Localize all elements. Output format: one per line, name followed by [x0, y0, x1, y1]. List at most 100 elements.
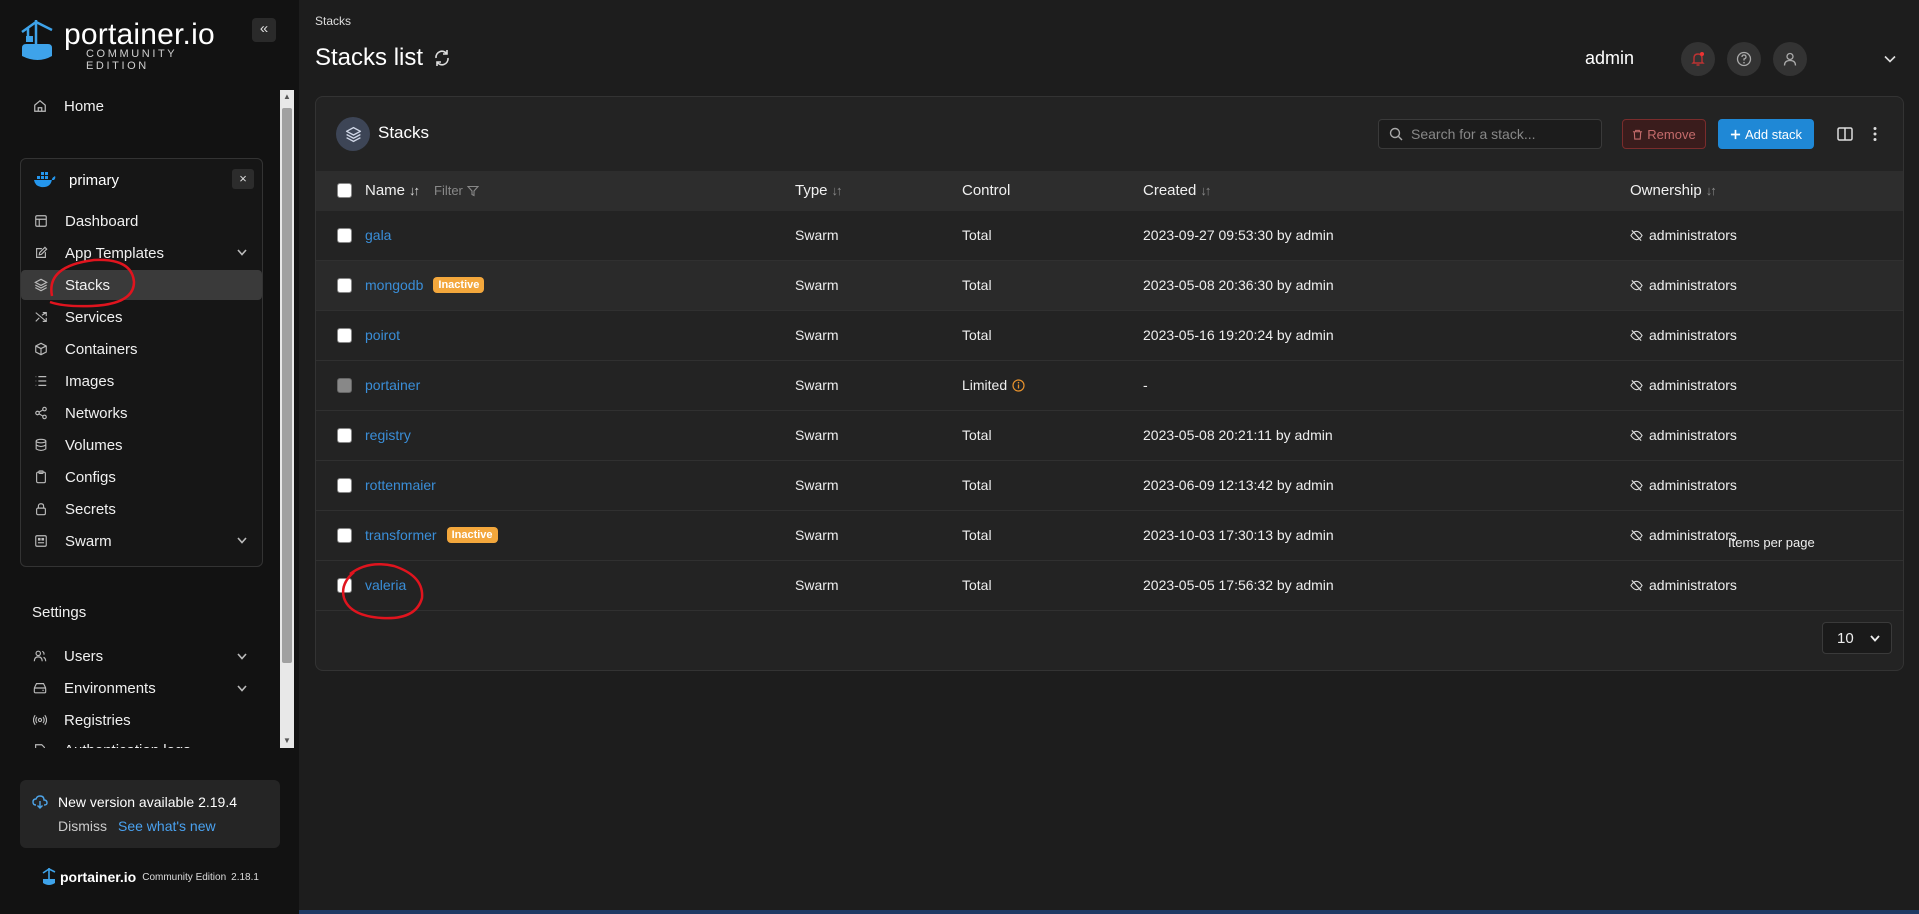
columns-icon[interactable] — [1836, 125, 1854, 143]
card-title: Stacks — [378, 123, 430, 142]
sidebar-item-label: Images — [65, 372, 115, 390]
more-options-icon[interactable] — [1868, 125, 1882, 143]
sidebar-item-registries[interactable]: Registries — [20, 706, 262, 734]
sidebar-item-app-templates[interactable]: App Templates — [21, 238, 262, 268]
stack-name-link[interactable]: mongodb — [365, 277, 423, 293]
stack-created: - — [1143, 377, 1148, 393]
notifications-button[interactable] — [1681, 42, 1715, 76]
row-checkbox[interactable] — [337, 278, 352, 293]
sidebar-item-dashboard[interactable]: Dashboard — [21, 206, 262, 236]
name-filter[interactable]: Filter — [434, 183, 479, 198]
collapse-sidebar-button[interactable]: « — [252, 18, 276, 42]
table-header: Name ↓↑ Filter Type ↓↑ Control Created ↓… — [316, 171, 1903, 211]
stack-control: Total — [962, 427, 992, 443]
stack-ownership-cell: administrators — [1630, 277, 1737, 293]
whats-new-link[interactable]: See what's new — [118, 818, 216, 834]
column-name-label: Name — [365, 182, 406, 199]
chevron-down-icon[interactable] — [236, 246, 248, 258]
sidebar-item-stacks[interactable]: Stacks — [21, 270, 262, 300]
table-row: portainer Swarm Limited - administrators — [316, 361, 1903, 411]
sidebar: portainer.io COMMUNITY EDITION « Home pr… — [0, 0, 299, 914]
stack-ownership-cell: administrators — [1630, 527, 1737, 543]
stack-type: Swarm — [795, 577, 839, 593]
row-checkbox[interactable] — [337, 428, 352, 443]
column-control-label: Control — [962, 182, 1011, 199]
stack-name-link[interactable]: poirot — [365, 327, 400, 343]
scroll-up-arrow[interactable]: ▲ — [280, 90, 294, 104]
footer-brand: portainer.io — [60, 869, 137, 885]
stack-type: Swarm — [795, 427, 839, 443]
sidebar-item-secrets[interactable]: Secrets — [21, 494, 262, 524]
row-checkbox[interactable] — [337, 478, 352, 493]
stack-name-link[interactable]: portainer — [365, 377, 420, 393]
sidebar-item-images[interactable]: Images — [21, 366, 262, 396]
column-type-label: Type — [795, 182, 828, 199]
eye-off-icon — [1630, 479, 1643, 491]
sort-icon: ↓↑ — [1705, 183, 1717, 198]
lock-icon — [33, 501, 49, 517]
sidebar-item-volumes[interactable]: Volumes — [21, 430, 262, 460]
row-checkbox[interactable] — [337, 578, 352, 593]
user-name[interactable]: admin — [1585, 48, 1634, 69]
row-checkbox[interactable] — [337, 228, 352, 243]
stack-ownership: administrators — [1649, 577, 1737, 593]
user-icon — [1783, 52, 1797, 66]
sidebar-item-label: Configs — [65, 468, 116, 486]
sidebar-item-environments[interactable]: Environments — [20, 674, 262, 702]
scrollbar-thumb[interactable] — [282, 108, 292, 663]
close-environment-button[interactable]: × — [232, 169, 254, 189]
cloud-download-icon — [32, 795, 48, 809]
sidebar-item-containers[interactable]: Containers — [21, 334, 262, 364]
help-button[interactable] — [1727, 42, 1761, 76]
sidebar-item-services[interactable]: Services — [21, 302, 262, 332]
sidebar-item-networks[interactable]: Networks — [21, 398, 262, 428]
stack-name-link[interactable]: registry — [365, 427, 411, 443]
refresh-icon[interactable] — [433, 49, 451, 67]
items-per-page-select[interactable]: 10 — [1822, 622, 1892, 654]
chevron-down-icon[interactable] — [236, 746, 248, 748]
stack-ownership: administrators — [1649, 477, 1737, 493]
sidebar-item-swarm[interactable]: Swarm — [21, 526, 262, 556]
scroll-down-arrow[interactable]: ▼ — [280, 734, 294, 748]
search-box[interactable] — [1378, 119, 1602, 149]
stack-ownership-cell: administrators — [1630, 427, 1737, 443]
row-checkbox[interactable] — [337, 328, 352, 343]
portainer-logo[interactable]: portainer.io COMMUNITY EDITION — [18, 18, 218, 72]
stack-created: 2023-05-16 19:20:24 by admin — [1143, 327, 1334, 343]
chevron-down-icon[interactable] — [236, 534, 248, 546]
sidebar-item-users[interactable]: Users — [20, 642, 262, 670]
user-avatar[interactable] — [1773, 42, 1807, 76]
sidebar-item-label: Services — [65, 308, 123, 326]
layers-icon — [33, 277, 49, 293]
search-input[interactable] — [1411, 126, 1591, 142]
remove-button[interactable]: Remove — [1622, 119, 1706, 149]
dismiss-link[interactable]: Dismiss — [58, 818, 107, 834]
eye-off-icon — [1630, 279, 1643, 291]
stack-name-link[interactable]: valeria — [365, 577, 406, 593]
table-row: registry Swarm Total 2023-05-08 20:21:11 by… — [316, 411, 1903, 461]
column-created[interactable]: Created ↓↑ — [1143, 182, 1211, 199]
chevron-down-icon[interactable] — [236, 682, 248, 694]
portainer-crane-icon — [21, 20, 53, 60]
row-checkbox[interactable] — [337, 528, 352, 543]
chevron-down-icon[interactable] — [236, 650, 248, 662]
users-icon — [32, 648, 48, 664]
chevron-down-icon[interactable] — [1883, 52, 1897, 66]
table-row: rottenmaier Swarm Total 2023-06-09 12:13:42… — [316, 461, 1903, 511]
stack-name-link[interactable]: gala — [365, 227, 391, 243]
sidebar-scrollbar[interactable]: ▲ ▼ — [280, 90, 294, 748]
stack-name-cell: mongodb Inactive — [365, 277, 485, 293]
stack-name-cell: transformer Inactive — [365, 527, 498, 543]
select-all-checkbox[interactable] — [337, 183, 352, 198]
column-type[interactable]: Type ↓↑ — [795, 182, 843, 199]
sidebar-item-authentication-logs[interactable]: Authentication logs — [20, 738, 262, 748]
page-title: Stacks list — [315, 44, 424, 71]
column-ownership[interactable]: Ownership ↓↑ — [1630, 182, 1717, 199]
column-name[interactable]: Name ↓↑ — [365, 182, 420, 199]
stack-name-cell: portainer — [365, 377, 420, 393]
add-stack-button[interactable]: Add stack — [1718, 119, 1814, 149]
stack-name-link[interactable]: rottenmaier — [365, 477, 436, 493]
table-row: poirot Swarm Total 2023-05-16 19:20:24 by a… — [316, 311, 1903, 361]
sidebar-item-configs[interactable]: Configs — [21, 462, 262, 492]
stack-name-link[interactable]: transformer — [365, 527, 437, 543]
